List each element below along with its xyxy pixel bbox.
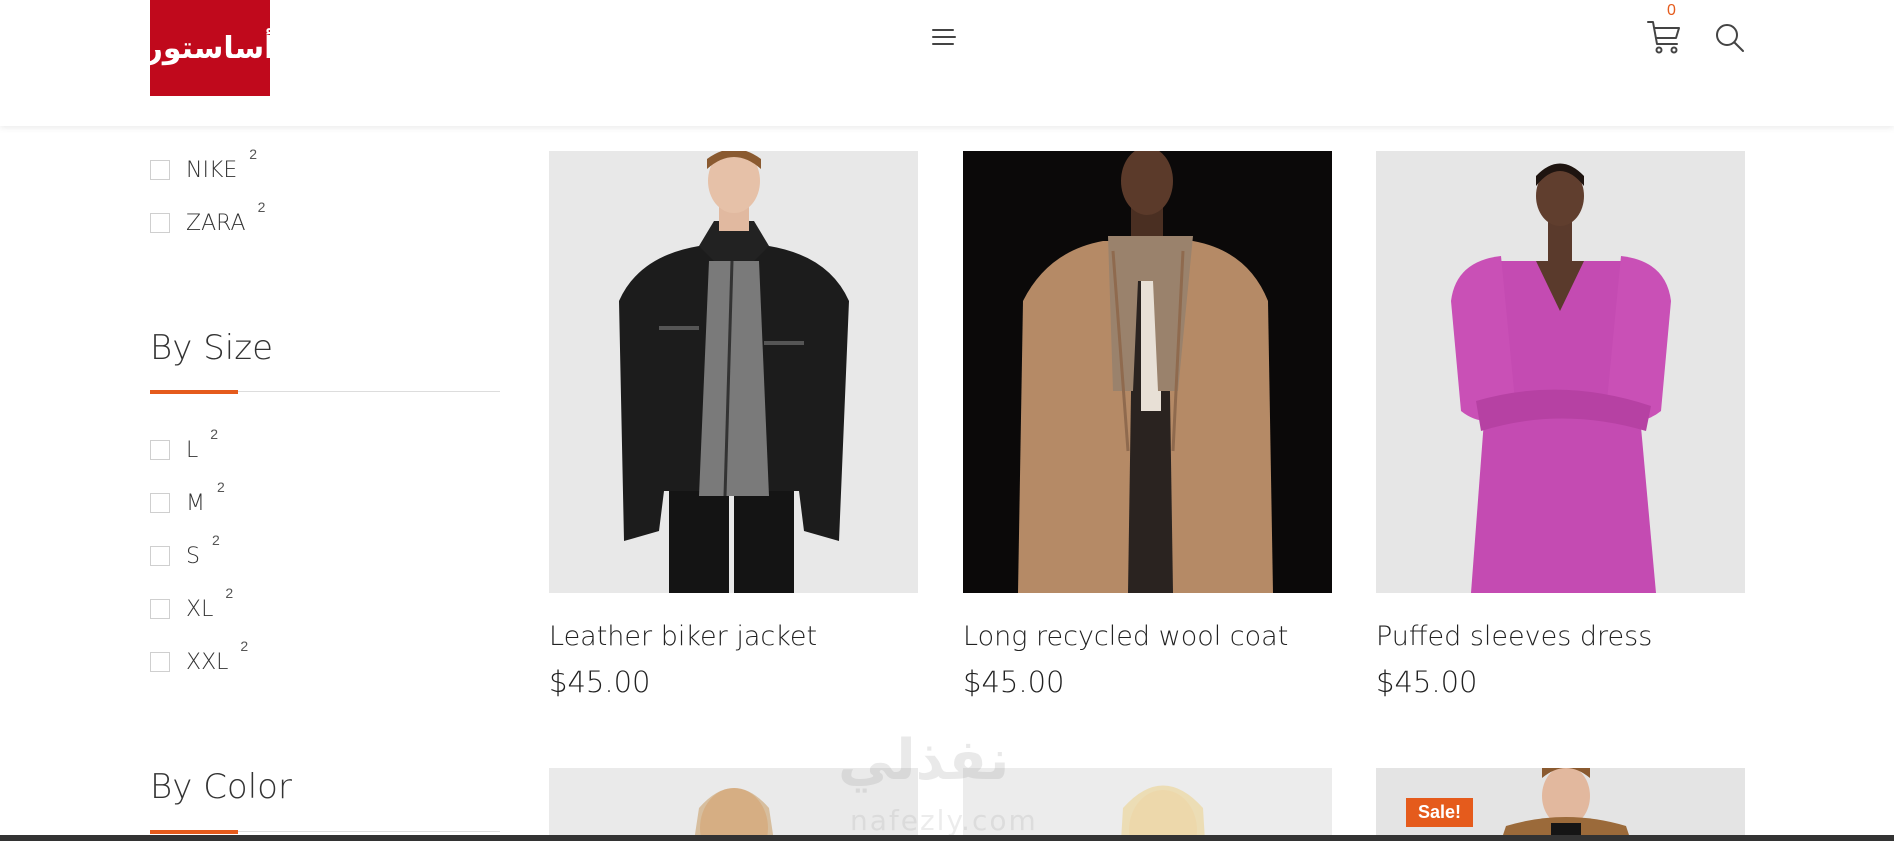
product-card[interactable]: Long recycled wool coat $45.00 xyxy=(963,151,1332,699)
product-image[interactable] xyxy=(1376,151,1745,593)
filter-size-l[interactable]: L 2 xyxy=(150,426,218,465)
sale-badge: Sale! xyxy=(1406,798,1474,827)
bottom-bar xyxy=(0,835,1894,841)
site-header: أساستور 0 xyxy=(0,0,1894,126)
filter-count: 2 xyxy=(240,638,249,654)
checkbox[interactable] xyxy=(150,493,170,513)
product-price: $45.00 xyxy=(1376,665,1478,699)
product-image[interactable] xyxy=(549,151,918,593)
search-icon[interactable] xyxy=(1714,22,1746,54)
product-name[interactable]: Long recycled wool coat xyxy=(963,621,1288,652)
product-name[interactable]: Puffed sleeves dress xyxy=(1376,621,1652,652)
filter-count: 2 xyxy=(210,426,219,442)
filter-count: 2 xyxy=(249,146,258,162)
logo-text: أساستور xyxy=(145,30,276,66)
filter-label: NIKE xyxy=(186,157,238,183)
product-card[interactable]: Sale! xyxy=(1376,768,1745,841)
heading-accent-bar xyxy=(150,390,238,394)
checkbox[interactable] xyxy=(150,160,170,180)
filter-brand-zara[interactable]: ZARA 2 xyxy=(150,199,265,238)
filter-brand-nike[interactable]: NIKE 2 xyxy=(150,146,257,185)
product-card[interactable]: Leather biker jacket $45.00 xyxy=(549,151,918,699)
filter-size-xl[interactable]: XL 2 xyxy=(150,585,233,624)
checkbox[interactable] xyxy=(150,213,170,233)
filter-count: 2 xyxy=(211,532,220,548)
filter-size-xxl[interactable]: XXL 2 xyxy=(150,638,248,677)
checkbox[interactable] xyxy=(150,546,170,566)
hamburger-menu-icon[interactable] xyxy=(932,24,962,48)
checkbox[interactable] xyxy=(150,599,170,619)
shopping-cart-icon[interactable] xyxy=(1644,16,1684,56)
product-price: $45.00 xyxy=(963,665,1065,699)
filter-size-m[interactable]: M 2 xyxy=(150,479,225,518)
filter-label: L xyxy=(186,437,199,463)
by-size-heading: By Size xyxy=(150,328,273,368)
product-card[interactable] xyxy=(549,768,918,841)
filter-label: ZARA xyxy=(186,210,246,236)
store-logo[interactable]: أساستور xyxy=(146,0,275,96)
filter-label: XXL xyxy=(186,649,229,675)
filter-count: 2 xyxy=(257,199,266,215)
product-name[interactable]: Leather biker jacket xyxy=(549,621,817,652)
filter-count: 2 xyxy=(225,585,234,601)
heading-accent-bar xyxy=(150,830,238,834)
product-image[interactable] xyxy=(963,151,1332,593)
by-color-heading: By Color xyxy=(150,767,292,807)
product-card[interactable]: Puffed sleeves dress $45.00 xyxy=(1376,151,1745,699)
product-card[interactable] xyxy=(963,768,1332,841)
filter-label: M xyxy=(186,490,205,516)
filter-label: XL xyxy=(186,596,214,622)
checkbox[interactable] xyxy=(150,440,170,460)
filter-count: 2 xyxy=(216,479,225,495)
product-price: $45.00 xyxy=(549,665,651,699)
filter-label: S xyxy=(186,543,200,569)
filter-size-s[interactable]: S 2 xyxy=(150,532,220,571)
checkbox[interactable] xyxy=(150,652,170,672)
